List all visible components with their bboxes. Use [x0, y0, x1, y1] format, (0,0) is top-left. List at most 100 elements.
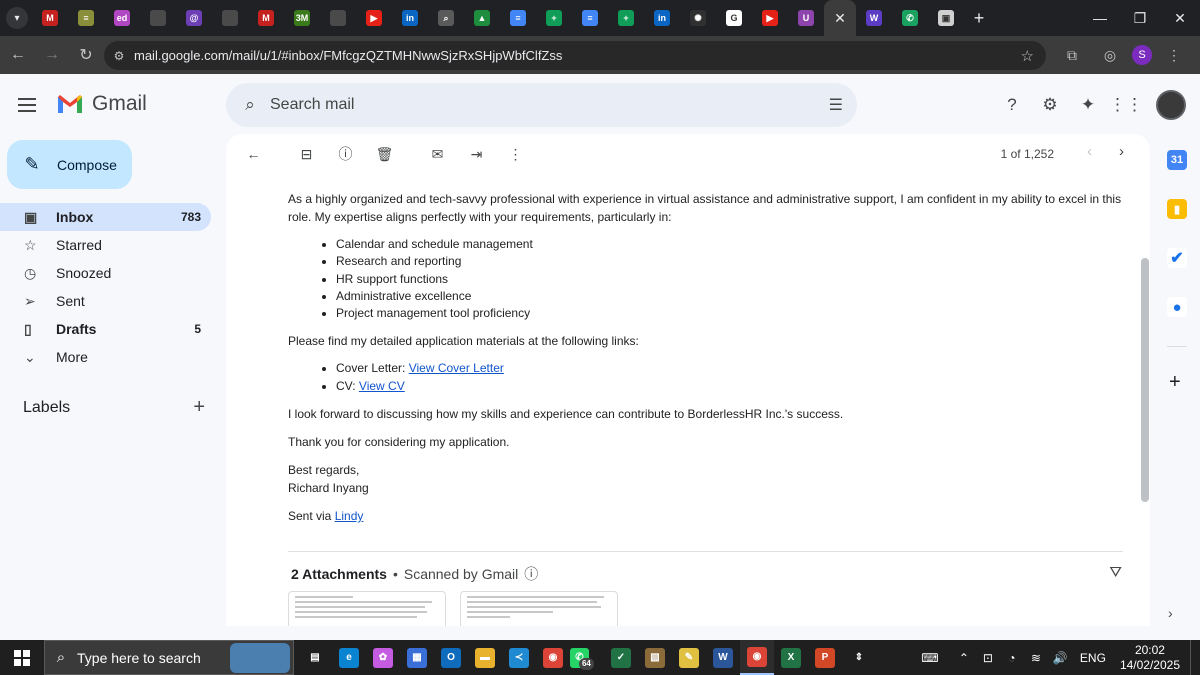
gmail-logo[interactable]: Gmail: [56, 92, 147, 116]
view-cv-link[interactable]: View CV: [359, 379, 405, 393]
settings-gear-icon[interactable]: ⚙: [1036, 87, 1064, 123]
taskbar-app-word[interactable]: W: [706, 640, 740, 675]
tab-9-youtube-icon[interactable]: ▶: [356, 0, 392, 36]
new-tab-button[interactable]: +: [964, 8, 994, 29]
search-options-icon[interactable]: ☰: [829, 95, 843, 115]
taskbar-app-chrome[interactable]: ◉: [536, 640, 570, 675]
taskbar-app-file-explorer[interactable]: ▬: [468, 640, 502, 675]
taskbar-app-scroll-arrows[interactable]: ⇕: [842, 640, 876, 675]
keyboard-icon[interactable]: ⌨: [918, 651, 942, 665]
clock[interactable]: 20:02 14/02/2025: [1120, 643, 1180, 673]
contacts-icon[interactable]: ●: [1167, 297, 1187, 317]
taskbar-app-sheets-app[interactable]: ✓: [604, 640, 638, 675]
restore-button[interactable]: ❐: [1120, 0, 1160, 36]
add-label-icon[interactable]: +: [193, 396, 205, 419]
sidebar-item-starred[interactable]: ☆ Starred: [0, 231, 211, 259]
newer-chevron-icon[interactable]: ‹: [1087, 143, 1092, 160]
sidebar-item-more[interactable]: ⌄ More: [0, 343, 211, 371]
tab-16-sheets-icon[interactable]: +: [608, 0, 644, 36]
search-input[interactable]: Search mail: [270, 96, 354, 114]
compose-button[interactable]: ✎ Compose: [7, 140, 132, 189]
tab-18-openai-icon[interactable]: ✺: [680, 0, 716, 36]
taskbar-app-whatsapp[interactable]: ✆ 64: [570, 640, 604, 675]
sidebar-item-sent[interactable]: ➢ Sent: [0, 287, 211, 315]
tab-7-3m-icon[interactable]: 3M: [284, 0, 320, 36]
mark-unread-icon[interactable]: ✉: [418, 134, 457, 174]
tab-13-docs-icon[interactable]: ≡: [500, 0, 536, 36]
extensions-icon[interactable]: ⧉: [1056, 39, 1088, 71]
tab-14-sheets-icon[interactable]: +: [536, 0, 572, 36]
forward-button[interactable]: →: [36, 39, 68, 71]
wifi-icon[interactable]: ≋: [1024, 651, 1048, 665]
get-addons-icon[interactable]: +: [1169, 371, 1200, 394]
more-options-icon[interactable]: ⋮: [496, 134, 535, 174]
taskbar-app-notes-app[interactable]: ✎: [672, 640, 706, 675]
language-indicator[interactable]: ENG: [1080, 651, 1106, 665]
main-menu-icon[interactable]: [18, 92, 44, 118]
taskbar-app-edge[interactable]: e: [332, 640, 366, 675]
keep-icon[interactable]: ▮: [1167, 199, 1187, 219]
search-bar[interactable]: ⌕ Search mail ☰: [226, 83, 857, 127]
tab-8-generic-icon[interactable]: [320, 0, 356, 36]
gemini-sparkle-icon[interactable]: ✦: [1074, 87, 1102, 123]
message-scrollbar[interactable]: [1140, 176, 1150, 506]
address-bar[interactable]: ⚙ mail.google.com/mail/u/1/#inbox/FMfcgz…: [104, 41, 1046, 70]
add-to-drive-icon[interactable]: ⛛: [1109, 564, 1122, 581]
browser-menu-icon[interactable]: ⋮: [1158, 39, 1190, 71]
sidebar-item-inbox[interactable]: ▣ Inbox 783: [0, 203, 211, 231]
tab-19-google-icon[interactable]: G: [716, 0, 752, 36]
info-icon[interactable]: ⓘ: [524, 564, 538, 584]
tab-20-music-icon[interactable]: ▶: [752, 0, 788, 36]
tab-12-drive-icon[interactable]: ▲: [464, 0, 500, 36]
report-spam-icon[interactable]: ⓘ: [326, 134, 365, 174]
tray-app-icon[interactable]: ⊡: [976, 651, 1000, 665]
taskbar-app-archive-app[interactable]: ▧: [638, 640, 672, 675]
tab-6-gmail-icon[interactable]: M: [248, 0, 284, 36]
taskbar-app-vscode[interactable]: ≺: [502, 640, 536, 675]
help-icon[interactable]: ?: [998, 87, 1026, 123]
tab-15-docs-icon[interactable]: ≡: [572, 0, 608, 36]
tab-1-stack-icon[interactable]: ≡: [68, 0, 104, 36]
lindy-link[interactable]: Lindy: [335, 509, 364, 523]
tab-4-circle-logo-icon[interactable]: @: [176, 0, 212, 36]
account-avatar[interactable]: [1156, 90, 1186, 120]
speaker-icon[interactable]: 🔊: [1048, 651, 1072, 665]
back-to-inbox-icon[interactable]: ←: [234, 134, 273, 174]
expand-panel-chevron-icon[interactable]: ›: [1168, 605, 1173, 621]
site-info-icon[interactable]: ⚙: [104, 49, 134, 63]
tab-17-linkedin-icon[interactable]: in: [644, 0, 680, 36]
taskbar-app-copilot[interactable]: ✿: [366, 640, 400, 675]
taskbar-app-excel[interactable]: X: [774, 640, 808, 675]
network-icon[interactable]: ◔: [1000, 651, 1024, 665]
tasks-icon[interactable]: ✔: [1167, 248, 1187, 268]
taskbar-search-input[interactable]: Type here to search: [77, 650, 230, 666]
attachment-thumbnail-2[interactable]: [460, 591, 618, 626]
tab-after-2-window-icon[interactable]: ▣: [928, 0, 964, 36]
tab-2-ed-icon[interactable]: ed: [104, 0, 140, 36]
tab-21-u-icon[interactable]: U: [788, 0, 824, 36]
back-button[interactable]: ←: [2, 39, 34, 71]
tab-0-gmail-icon[interactable]: M: [32, 0, 68, 36]
tab-11-search-icon[interactable]: ⌕: [428, 0, 464, 36]
close-window-button[interactable]: ✕: [1160, 0, 1200, 36]
calendar-icon[interactable]: 31: [1167, 150, 1187, 170]
taskbar-app-store[interactable]: ▦: [400, 640, 434, 675]
tab-10-linkedin-icon[interactable]: in: [392, 0, 428, 36]
apps-grid-icon[interactable]: ⋮⋮: [1109, 87, 1143, 123]
reload-button[interactable]: ↻: [70, 39, 102, 71]
taskbar-app-powerpoint[interactable]: P: [808, 640, 842, 675]
sidebar-item-snoozed[interactable]: ◷ Snoozed: [0, 259, 211, 287]
scrollbar-thumb[interactable]: [1141, 258, 1149, 502]
taskbar-app-task-view[interactable]: ▤: [298, 640, 332, 675]
search-icon[interactable]: ⌕: [230, 95, 270, 115]
older-chevron-icon[interactable]: ›: [1119, 143, 1124, 160]
tab-after-1-phone-icon[interactable]: ✆: [892, 0, 928, 36]
attachment-thumbnail-1[interactable]: [288, 591, 446, 626]
tab-3-generic-icon[interactable]: [140, 0, 176, 36]
move-to-icon[interactable]: ⇥: [457, 134, 496, 174]
archive-icon[interactable]: ⊟: [287, 134, 326, 174]
browser-profile-avatar[interactable]: S: [1132, 45, 1152, 65]
sidebar-item-drafts[interactable]: ▯ Drafts 5: [0, 315, 211, 343]
active-tab-close-button[interactable]: ✕: [824, 0, 856, 36]
minimize-button[interactable]: —: [1080, 0, 1120, 36]
